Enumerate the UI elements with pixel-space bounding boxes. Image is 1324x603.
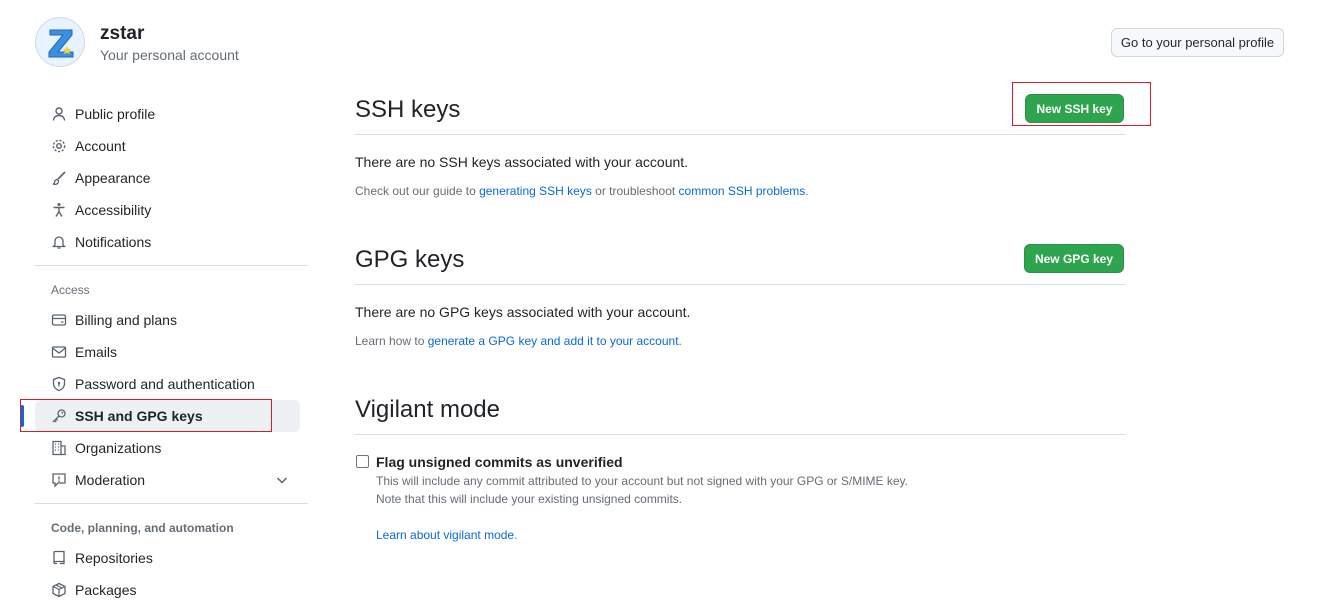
report-icon [51, 472, 67, 488]
section-divider [355, 134, 1125, 135]
flag-unsigned-commits-checkbox[interactable] [356, 455, 369, 468]
sidebar-item-label: Repositories [75, 550, 153, 566]
sidebar-item-label: Billing and plans [75, 312, 177, 328]
sidebar-item-label: Organizations [75, 440, 162, 456]
new-ssh-key-button[interactable]: New SSH key [1025, 94, 1124, 123]
vigilant-note-line2: Note that this will include your existin… [376, 492, 683, 506]
ssh-guide-prefix: Check out our guide to [355, 184, 480, 198]
sidebar-item-repositories[interactable]: Repositories [35, 542, 300, 574]
ssh-guide-text: Check out our guide to generating SSH ke… [355, 184, 809, 198]
new-gpg-key-button[interactable]: New GPG key [1024, 244, 1124, 273]
sidebar-item-organizations[interactable]: Organizations [35, 432, 300, 464]
common-ssh-problems-link[interactable]: common SSH problems [679, 184, 806, 198]
sidebar-item-public-profile[interactable]: Public profile [35, 98, 300, 130]
organization-icon [51, 440, 67, 456]
sidebar-item-label: Emails [75, 344, 118, 360]
sidebar-item-label: Moderation [75, 472, 146, 488]
sidebar-item-label: Notifications [75, 234, 152, 250]
gpg-learn-suffix: . [678, 334, 682, 348]
shield-lock-icon [51, 376, 67, 392]
account-username: zstar [100, 23, 145, 44]
chevron-down-icon[interactable] [274, 472, 290, 488]
section-divider [355, 284, 1125, 285]
gpg-learn-prefix: Learn how to [355, 334, 428, 348]
gpg-keys-title: GPG keys [355, 246, 465, 273]
generate-gpg-key-link[interactable]: generate a GPG key and add it to your ac… [428, 334, 679, 348]
sidebar-item-label: Public profile [75, 106, 156, 122]
sidebar-item-account[interactable]: Account [35, 130, 300, 162]
avatar-image [36, 18, 84, 66]
section-divider [355, 434, 1125, 435]
sidebar-item-label: Appearance [75, 170, 151, 186]
ssh-empty-text: There are no SSH keys associated with yo… [355, 154, 689, 170]
ssh-guide-middle: or troubleshoot [591, 184, 679, 198]
sidebar-item-label: Account [75, 138, 126, 154]
accessibility-icon [51, 202, 67, 218]
highlight-box-sidebar [20, 399, 272, 432]
generating-ssh-keys-link[interactable]: generating SSH keys [479, 184, 592, 198]
vigilant-learn-text: Learn about vigilant mode. [376, 528, 517, 542]
person-icon [51, 106, 67, 122]
sidebar-item-packages[interactable]: Packages [35, 574, 300, 603]
sidebar-group-access: Access [51, 283, 90, 297]
sidebar-item-moderation[interactable]: Moderation [35, 464, 300, 496]
mail-icon [51, 344, 67, 360]
vigilant-note-line1: This will include any commit attributed … [376, 474, 909, 488]
sidebar-divider [35, 503, 308, 504]
learn-vigilant-mode-link[interactable]: Learn about vigilant mode [376, 528, 514, 542]
vigilant-learn-suffix: . [514, 528, 518, 542]
paintbrush-icon [51, 170, 67, 186]
sidebar-item-emails[interactable]: Emails [35, 336, 300, 368]
sidebar-divider [35, 265, 308, 266]
account-subtitle: Your personal account [100, 47, 239, 63]
bell-icon [51, 234, 67, 250]
ssh-keys-title: SSH keys [355, 96, 461, 123]
package-icon [51, 582, 67, 598]
sidebar-item-billing[interactable]: Billing and plans [35, 304, 300, 336]
go-to-profile-button[interactable]: Go to your personal profile [1111, 28, 1284, 57]
sidebar-item-label: Packages [75, 582, 137, 598]
sidebar-item-notifications[interactable]: Notifications [35, 226, 300, 258]
sidebar-item-label: Accessibility [75, 202, 152, 218]
flag-unsigned-commits-label[interactable]: Flag unsigned commits as unverified [376, 454, 623, 470]
avatar[interactable] [35, 17, 85, 67]
sidebar-item-accessibility[interactable]: Accessibility [35, 194, 300, 226]
sidebar-item-password-authentication[interactable]: Password and authentication [35, 368, 300, 400]
sidebar-item-appearance[interactable]: Appearance [35, 162, 300, 194]
repo-icon [51, 550, 67, 566]
vigilant-mode-title: Vigilant mode [355, 396, 500, 423]
gpg-learn-text: Learn how to generate a GPG key and add … [355, 334, 682, 348]
gpg-empty-text: There are no GPG keys associated with yo… [355, 304, 691, 320]
gear-icon [51, 138, 67, 154]
sidebar-item-label: Password and authentication [75, 376, 255, 392]
ssh-guide-suffix: . [805, 184, 809, 198]
sidebar-group-code: Code, planning, and automation [51, 521, 234, 535]
credit-card-icon [51, 312, 67, 328]
